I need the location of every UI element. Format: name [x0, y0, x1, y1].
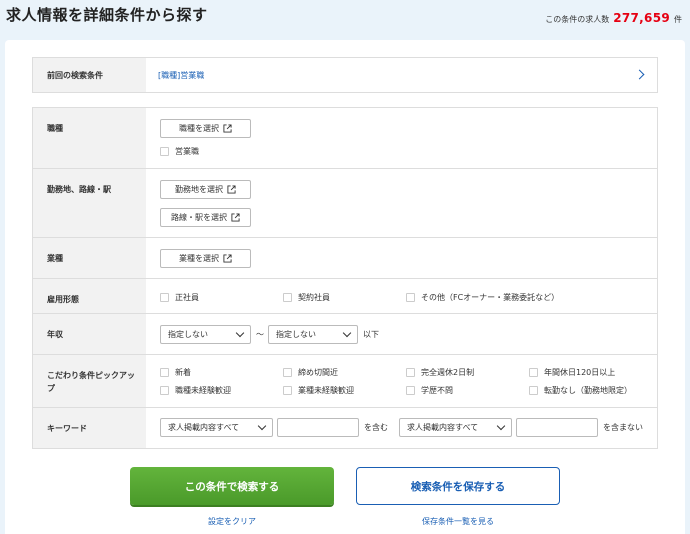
- checkbox-box[interactable]: [160, 147, 169, 156]
- select-job-type-button[interactable]: 職種を選択: [160, 119, 251, 138]
- salary-tilde: 〜: [256, 330, 264, 339]
- row-salary: 年収 指定しない 〜 指定しない 以下: [33, 314, 657, 355]
- chevron-down-icon: [257, 421, 267, 431]
- checkbox-box[interactable]: [160, 386, 169, 395]
- external-link-icon: [223, 124, 232, 133]
- checkbox-job-inexperienced[interactable]: 職種未経験歓迎: [160, 385, 231, 396]
- row-job-type: 職種 職種を選択 営業職: [33, 108, 657, 169]
- checkbox-contract-label: 契約社員: [298, 293, 330, 302]
- checkbox-fulltime[interactable]: 正社員: [160, 292, 199, 303]
- checkbox-new-label: 新着: [175, 368, 191, 377]
- checkbox-no-education-label: 学歴不問: [421, 386, 453, 395]
- select-industry-label: 業種を選択: [179, 254, 219, 263]
- row-location: 勤務地、路線・駅 勤務地を選択 路線・駅を選択: [33, 169, 657, 238]
- checkbox-industry-inexperienced-label: 業種未経験歓迎: [298, 386, 354, 395]
- previous-value[interactable]: [職種]営業職: [146, 58, 657, 92]
- count-suffix: 件: [674, 15, 682, 24]
- checkbox-deadline[interactable]: 締め切間近: [283, 367, 338, 378]
- checkbox-no-education[interactable]: 学歴不問: [406, 385, 453, 396]
- keyword-exclude-input[interactable]: [516, 418, 598, 437]
- checkbox-new[interactable]: 新着: [160, 367, 191, 378]
- select-industry-button[interactable]: 業種を選択: [160, 249, 251, 268]
- salary-suffix: 以下: [363, 330, 379, 339]
- select-line-station-button[interactable]: 路線・駅を選択: [160, 208, 251, 227]
- checkbox-two-days-off[interactable]: 完全週休2日制: [406, 367, 474, 378]
- checkbox-other[interactable]: その他（FCオーナー・業務委託など）: [406, 292, 559, 303]
- select-job-type-label: 職種を選択: [179, 124, 219, 133]
- row-pickup: こだわり条件ピックアップ 新着 締め切間近 完全週休2日制 年間休日120日以上: [33, 355, 657, 408]
- chevron-down-icon: [235, 328, 245, 338]
- checkbox-box[interactable]: [529, 386, 538, 395]
- industry-label: 業種: [33, 238, 146, 278]
- chevron-down-icon: [496, 421, 506, 431]
- checkbox-contract[interactable]: 契約社員: [283, 292, 330, 303]
- checkbox-box[interactable]: [283, 386, 292, 395]
- salary-max-value: 指定しない: [276, 330, 316, 339]
- keyword-label: キーワード: [33, 408, 146, 448]
- external-link-icon: [231, 213, 240, 222]
- external-link-icon: [223, 254, 232, 263]
- checkbox-box[interactable]: [283, 293, 292, 302]
- checkbox-no-transfer-label: 転勤なし（勤務地限定）: [544, 386, 632, 395]
- location-label: 勤務地、路線・駅: [33, 169, 146, 237]
- checkbox-box[interactable]: [160, 368, 169, 377]
- checkbox-fulltime-label: 正社員: [175, 293, 199, 302]
- salary-min-value: 指定しない: [168, 330, 208, 339]
- keyword-include-input[interactable]: [277, 418, 359, 437]
- keyword-exclude-scope-select[interactable]: 求人掲載内容すべて: [399, 418, 512, 437]
- checkbox-120-holidays-label: 年間休日120日以上: [544, 368, 616, 377]
- keyword-include-scope-value: 求人掲載内容すべて: [168, 423, 240, 432]
- search-conditions-table: 職種 職種を選択 営業職 勤務地、路線・駅 勤務地を選択 路線・駅を選択 業種 …: [32, 107, 658, 449]
- checkbox-industry-inexperienced[interactable]: 業種未経験歓迎: [283, 385, 354, 396]
- employment-label: 雇用形態: [33, 279, 146, 313]
- checkbox-box[interactable]: [529, 368, 538, 377]
- select-area-label: 勤務地を選択: [175, 185, 223, 194]
- checkbox-sales[interactable]: 営業職: [160, 146, 199, 157]
- keyword-exclude-suffix: を含まない: [603, 423, 643, 432]
- checkbox-box[interactable]: [160, 293, 169, 302]
- row-industry: 業種 業種を選択: [33, 238, 657, 279]
- select-area-button[interactable]: 勤務地を選択: [160, 180, 251, 199]
- checkbox-box[interactable]: [406, 293, 415, 302]
- keyword-exclude-scope-value: 求人掲載内容すべて: [407, 423, 479, 432]
- salary-min-select[interactable]: 指定しない: [160, 325, 251, 344]
- row-employment: 雇用形態 正社員 契約社員 その他（FCオーナー・業務委託など）: [33, 279, 657, 314]
- search-panel: 前回の検索条件 [職種]営業職 職種 職種を選択 営業職 勤務地、路線・駅 勤務…: [5, 40, 685, 534]
- checkbox-120-holidays[interactable]: 年間休日120日以上: [529, 367, 615, 378]
- external-link-icon: [227, 185, 236, 194]
- saved-conditions-link[interactable]: 保存条件一覧を見る: [422, 516, 494, 527]
- checkbox-job-inexperienced-label: 職種未経験歓迎: [175, 386, 231, 395]
- salary-max-select[interactable]: 指定しない: [268, 325, 358, 344]
- result-count: この条件の求人数 277,659 件: [545, 11, 682, 25]
- search-button[interactable]: この条件で検索する: [130, 467, 334, 505]
- checkbox-box[interactable]: [406, 368, 415, 377]
- checkbox-box[interactable]: [406, 386, 415, 395]
- count-prefix: この条件の求人数: [545, 15, 610, 24]
- keyword-include-scope-select[interactable]: 求人掲載内容すべて: [160, 418, 273, 437]
- checkbox-other-label: その他（FCオーナー・業務委託など）: [421, 293, 560, 302]
- previous-search-conditions[interactable]: 前回の検索条件 [職種]営業職: [32, 57, 658, 93]
- save-conditions-button[interactable]: 検索条件を保存する: [356, 467, 560, 505]
- previous-label: 前回の検索条件: [33, 58, 146, 92]
- chevron-down-icon: [342, 328, 352, 338]
- checkbox-sales-label: 営業職: [175, 147, 199, 156]
- page-title: 求人情報を詳細条件から探す: [6, 6, 208, 24]
- row-keyword: キーワード 求人掲載内容すべて を含む 求人掲載内容すべて を含まない: [33, 408, 657, 448]
- salary-label: 年収: [33, 314, 146, 354]
- checkbox-deadline-label: 締め切間近: [298, 368, 338, 377]
- checkbox-box[interactable]: [283, 368, 292, 377]
- checkbox-no-transfer[interactable]: 転勤なし（勤務地限定）: [529, 385, 632, 396]
- count-value: 277,659: [613, 11, 670, 25]
- keyword-include-suffix: を含む: [364, 423, 388, 432]
- select-line-station-label: 路線・駅を選択: [171, 213, 227, 222]
- clear-settings-link[interactable]: 設定をクリア: [208, 516, 256, 527]
- pickup-label: こだわり条件ピックアップ: [33, 355, 146, 407]
- job-type-label: 職種: [33, 108, 146, 168]
- checkbox-two-days-off-label: 完全週休2日制: [421, 368, 475, 377]
